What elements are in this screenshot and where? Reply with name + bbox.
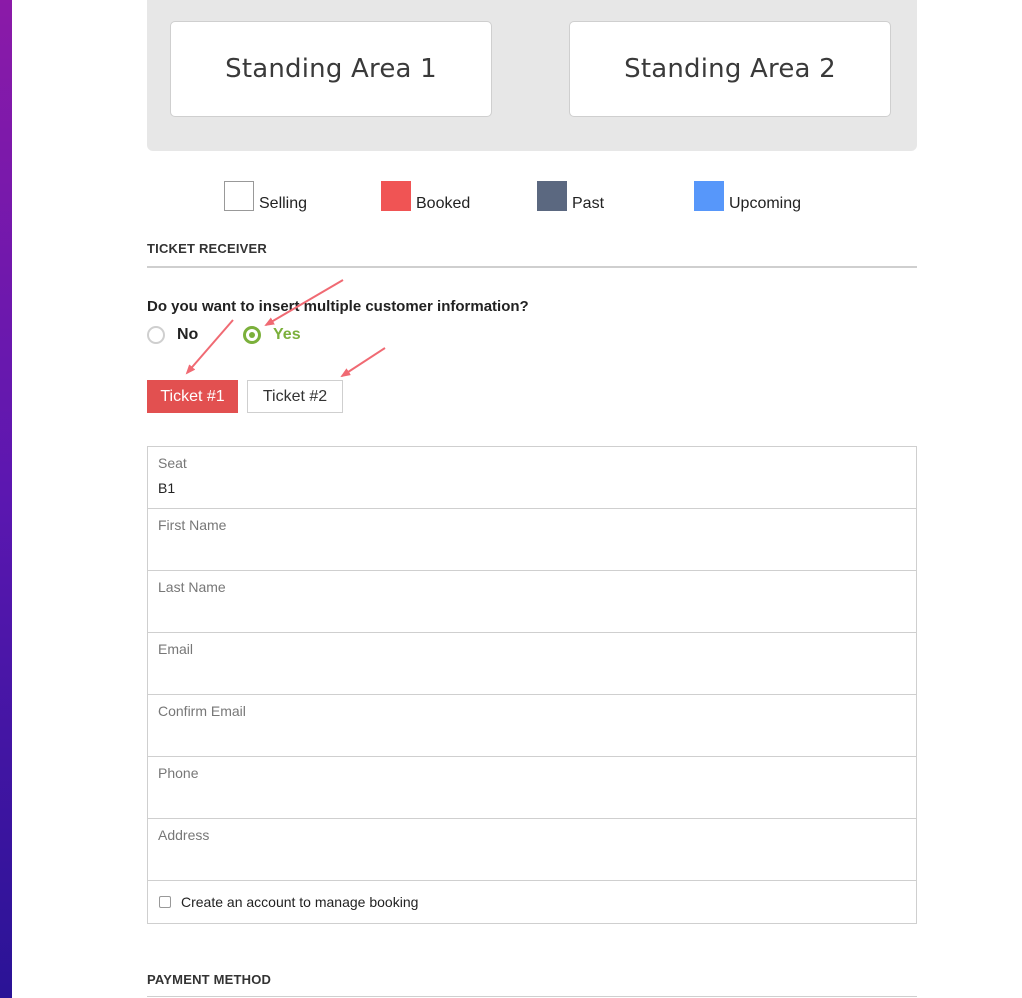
last-name-field: Last Name [148,571,916,633]
last-name-input[interactable] [158,601,898,623]
customer-info-form: Seat First Name Last Name Email Confirm … [147,446,917,924]
legend-item-past: Past [537,181,605,212]
first-name-label: First Name [158,517,227,533]
radio-icon[interactable] [243,326,261,344]
legend-swatch-booked [381,181,411,211]
confirm-email-label: Confirm Email [158,703,246,719]
seat-input[interactable] [158,477,898,499]
phone-label: Phone [158,765,199,781]
seat-field-label: Seat [158,455,187,471]
address-input[interactable] [158,849,898,871]
legend-label-booked: Booked [416,195,471,212]
email-input[interactable] [158,663,898,685]
radio-label-no: No [177,326,199,343]
phone-input[interactable] [158,787,898,809]
phone-field: Phone [148,757,916,819]
legend-swatch-selling [224,181,254,211]
seat-field: Seat [148,447,916,509]
multiple-customer-question: Do you want to insert multiple customer … [147,298,529,315]
legend-label-upcoming: Upcoming [729,195,802,212]
confirm-email-field: Confirm Email [148,695,916,757]
radio-option-no[interactable]: No [147,326,198,344]
first-name-input[interactable] [158,539,898,561]
create-account-label: Create an account to manage booking [181,894,419,910]
radio-icon[interactable] [147,326,165,344]
ticket-receiver-divider [147,266,917,268]
radio-label-yes: Yes [273,326,301,343]
standing-area-1-button[interactable]: Standing Area 1 [170,21,492,117]
first-name-field: First Name [148,509,916,571]
checkbox-icon[interactable] [159,896,171,908]
legend-swatch-past [537,181,567,211]
address-field: Address [148,819,916,881]
legend-label-past: Past [572,195,605,212]
radio-option-yes[interactable]: Yes [243,326,301,344]
seat-legend: Selling Booked Past Upcoming [0,181,1022,213]
confirm-email-input[interactable] [158,725,898,747]
side-gradient-strip [0,0,12,998]
legend-label-selling: Selling [259,195,308,212]
email-label: Email [158,641,194,657]
legend-item-selling: Selling [224,181,308,212]
ticket-receiver-title: TICKET RECEIVER [147,241,268,256]
seat-map-panel: Standing Area 1 Standing Area 2 [147,0,917,151]
legend-swatch-upcoming [694,181,724,211]
annotation-arrow-icon [340,347,386,378]
tab-ticket-2[interactable]: Ticket #2 [247,380,343,413]
payment-method-divider [147,996,917,997]
last-name-label: Last Name [158,579,226,595]
email-field: Email [148,633,916,695]
standing-area-2-button[interactable]: Standing Area 2 [569,21,891,117]
address-label: Address [158,827,210,843]
create-account-row[interactable]: Create an account to manage booking [148,881,916,923]
tab-ticket-1[interactable]: Ticket #1 [147,380,238,413]
legend-item-upcoming: Upcoming [694,181,802,212]
legend-item-booked: Booked [381,181,471,212]
payment-method-title: PAYMENT METHOD [147,972,272,987]
